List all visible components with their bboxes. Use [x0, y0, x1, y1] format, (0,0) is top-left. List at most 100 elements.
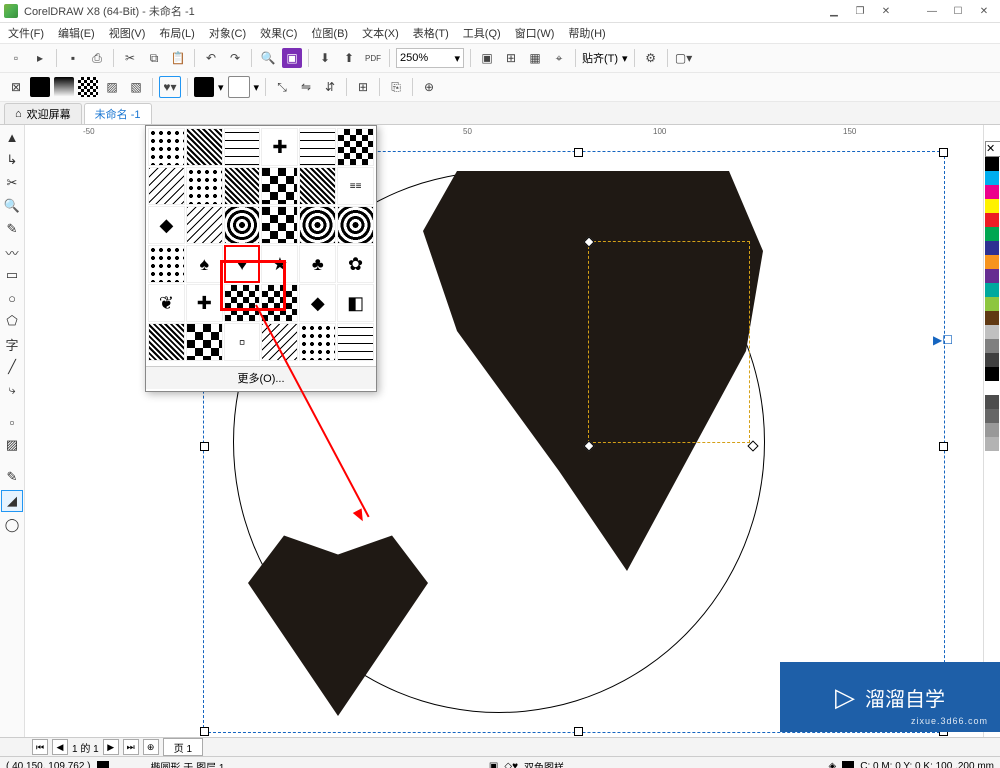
color-swatch[interactable] — [985, 409, 999, 423]
new-button[interactable]: ▫ — [6, 48, 26, 68]
outline-swatch-icon[interactable] — [842, 761, 854, 768]
color-swatch[interactable] — [985, 171, 999, 185]
copy-button[interactable]: ⧉ — [144, 48, 164, 68]
color-swatch[interactable] — [985, 325, 999, 339]
save-button[interactable]: ▪ — [63, 48, 83, 68]
eyedropper-tool[interactable]: ✎ — [2, 467, 22, 487]
undo-button[interactable]: ↶ — [201, 48, 221, 68]
color-swatch[interactable] — [985, 367, 999, 381]
pattern-swatch[interactable] — [148, 323, 185, 361]
search-icon[interactable]: 🔍 — [258, 48, 278, 68]
menu-object[interactable]: 对象(C) — [205, 23, 250, 43]
selection-handle[interactable] — [574, 148, 583, 157]
color-swatch[interactable] — [985, 353, 999, 367]
fill-solid-icon[interactable] — [30, 77, 50, 97]
color-swatch[interactable] — [985, 241, 999, 255]
pick-tool[interactable]: ▲ — [2, 127, 22, 147]
pattern-swatch[interactable] — [186, 323, 223, 361]
pattern-swatch[interactable] — [299, 206, 336, 244]
launch-icon[interactable]: ▣ — [282, 48, 302, 68]
tab-welcome[interactable]: ⌂ 欢迎屏幕 — [4, 103, 82, 124]
tab-document[interactable]: 未命名 -1 — [84, 103, 152, 124]
menu-tools[interactable]: 工具(Q) — [459, 23, 505, 43]
front-color-icon[interactable] — [194, 77, 214, 97]
pattern-swatch[interactable] — [337, 128, 374, 166]
zoom-tool[interactable]: 🔍 — [2, 196, 22, 216]
outline-color-icon[interactable]: ◈ — [829, 761, 837, 768]
pattern-swatch[interactable]: ✿ — [337, 245, 374, 283]
pattern-swatch[interactable]: ◆ — [148, 206, 185, 244]
pattern-swatch[interactable] — [148, 167, 185, 205]
menu-view[interactable]: 视图(V) — [105, 23, 150, 43]
pattern-swatch[interactable] — [299, 167, 336, 205]
outline-tool[interactable]: ◯ — [2, 515, 22, 535]
pattern-swatch[interactable]: ★ — [261, 245, 298, 283]
minimize-button[interactable]: — — [920, 3, 944, 19]
pattern-swatch[interactable] — [261, 206, 298, 244]
color-swatch[interactable] — [985, 423, 999, 437]
menu-file[interactable]: 文件(F) — [4, 23, 48, 43]
color-swatch[interactable] — [985, 269, 999, 283]
interactive-fill-tool[interactable]: ◢ — [1, 490, 23, 512]
fill-postscript-icon[interactable]: ▧ — [126, 77, 146, 97]
interactive-fill-control[interactable] — [588, 241, 750, 443]
open-button[interactable]: ▸ — [30, 48, 50, 68]
tile-icon[interactable]: ⊞ — [353, 77, 373, 97]
pattern-swatch[interactable]: ▫ — [224, 323, 261, 361]
pattern-swatch[interactable] — [299, 128, 336, 166]
color-swatch[interactable] — [985, 185, 999, 199]
rectangle-tool[interactable]: ▭ — [2, 265, 22, 285]
pattern-swatch[interactable] — [337, 206, 374, 244]
parallel-tool[interactable]: ╱ — [2, 357, 22, 377]
selection-handle[interactable] — [200, 727, 209, 736]
pattern-swatch[interactable]: ◧ — [337, 284, 374, 322]
pattern-swatch[interactable] — [299, 323, 336, 361]
fill-end-marker-icon[interactable]: ▶☐ — [933, 333, 953, 347]
pattern-swatch[interactable] — [186, 128, 223, 166]
no-color-swatch[interactable]: ✕ — [985, 141, 1000, 157]
pattern-swatch[interactable] — [186, 206, 223, 244]
color-swatch[interactable] — [985, 311, 999, 325]
pattern-swatch[interactable]: ❦ — [148, 284, 185, 322]
cut-button[interactable]: ✂ — [120, 48, 140, 68]
selection-handle[interactable] — [939, 148, 948, 157]
zoom-combo[interactable]: 250%▾ — [396, 48, 464, 68]
app-launcher-icon[interactable]: ▢▾ — [674, 48, 694, 68]
color-swatch[interactable] — [985, 381, 999, 395]
color-swatch[interactable] — [985, 157, 999, 171]
maximize-button[interactable]: ☐ — [946, 3, 970, 19]
text-tool[interactable]: 字 — [2, 334, 22, 354]
pattern-swatch[interactable] — [186, 167, 223, 205]
snap-icon[interactable]: ⌖ — [549, 48, 569, 68]
aux-min-icon[interactable]: ▁ — [822, 3, 846, 19]
pattern-swatch[interactable] — [261, 284, 298, 322]
selection-handle[interactable] — [200, 442, 209, 451]
transform-icon[interactable]: ⤡ — [272, 77, 292, 97]
pattern-more-button[interactable]: 更多(O)... — [146, 366, 376, 389]
artistic-tool[interactable]: 〰 — [2, 242, 22, 262]
pattern-swatch-heart-selected[interactable]: ♥ — [224, 245, 261, 283]
color-swatch[interactable] — [985, 395, 999, 409]
paste-button[interactable]: 📋 — [168, 48, 188, 68]
edit-fill-icon[interactable]: ⊕ — [419, 77, 439, 97]
copy-fill-icon[interactable]: ⎘ — [386, 77, 406, 97]
first-page-button[interactable]: ⏮ — [32, 739, 48, 755]
page-tab[interactable]: 页 1 — [163, 738, 203, 756]
ellipse-tool[interactable]: ○ — [2, 288, 22, 308]
freehand-tool[interactable]: ✎ — [2, 219, 22, 239]
outline-preview-icon[interactable]: ◇♥ — [504, 761, 518, 768]
polygon-tool[interactable]: ⬠ — [2, 311, 22, 331]
mirror-h-icon[interactable]: ⇋ — [296, 77, 316, 97]
pattern-picker-button[interactable]: ♥▾ — [159, 76, 181, 98]
fill-gradient-icon[interactable] — [54, 77, 74, 97]
pattern-swatch[interactable]: ✚ — [261, 128, 298, 166]
guides-icon[interactable]: ▦ — [525, 48, 545, 68]
aux-restore-icon[interactable]: ❐ — [848, 3, 872, 19]
color-swatch[interactable] — [985, 227, 999, 241]
pdf-button[interactable]: PDF — [363, 48, 383, 68]
color-swatch[interactable] — [985, 437, 999, 451]
fill-none-icon[interactable]: ⊠ — [6, 77, 26, 97]
fill-pattern-icon[interactable] — [78, 77, 98, 97]
menu-text[interactable]: 文本(X) — [358, 23, 403, 43]
fg-color-icon[interactable] — [97, 761, 109, 768]
